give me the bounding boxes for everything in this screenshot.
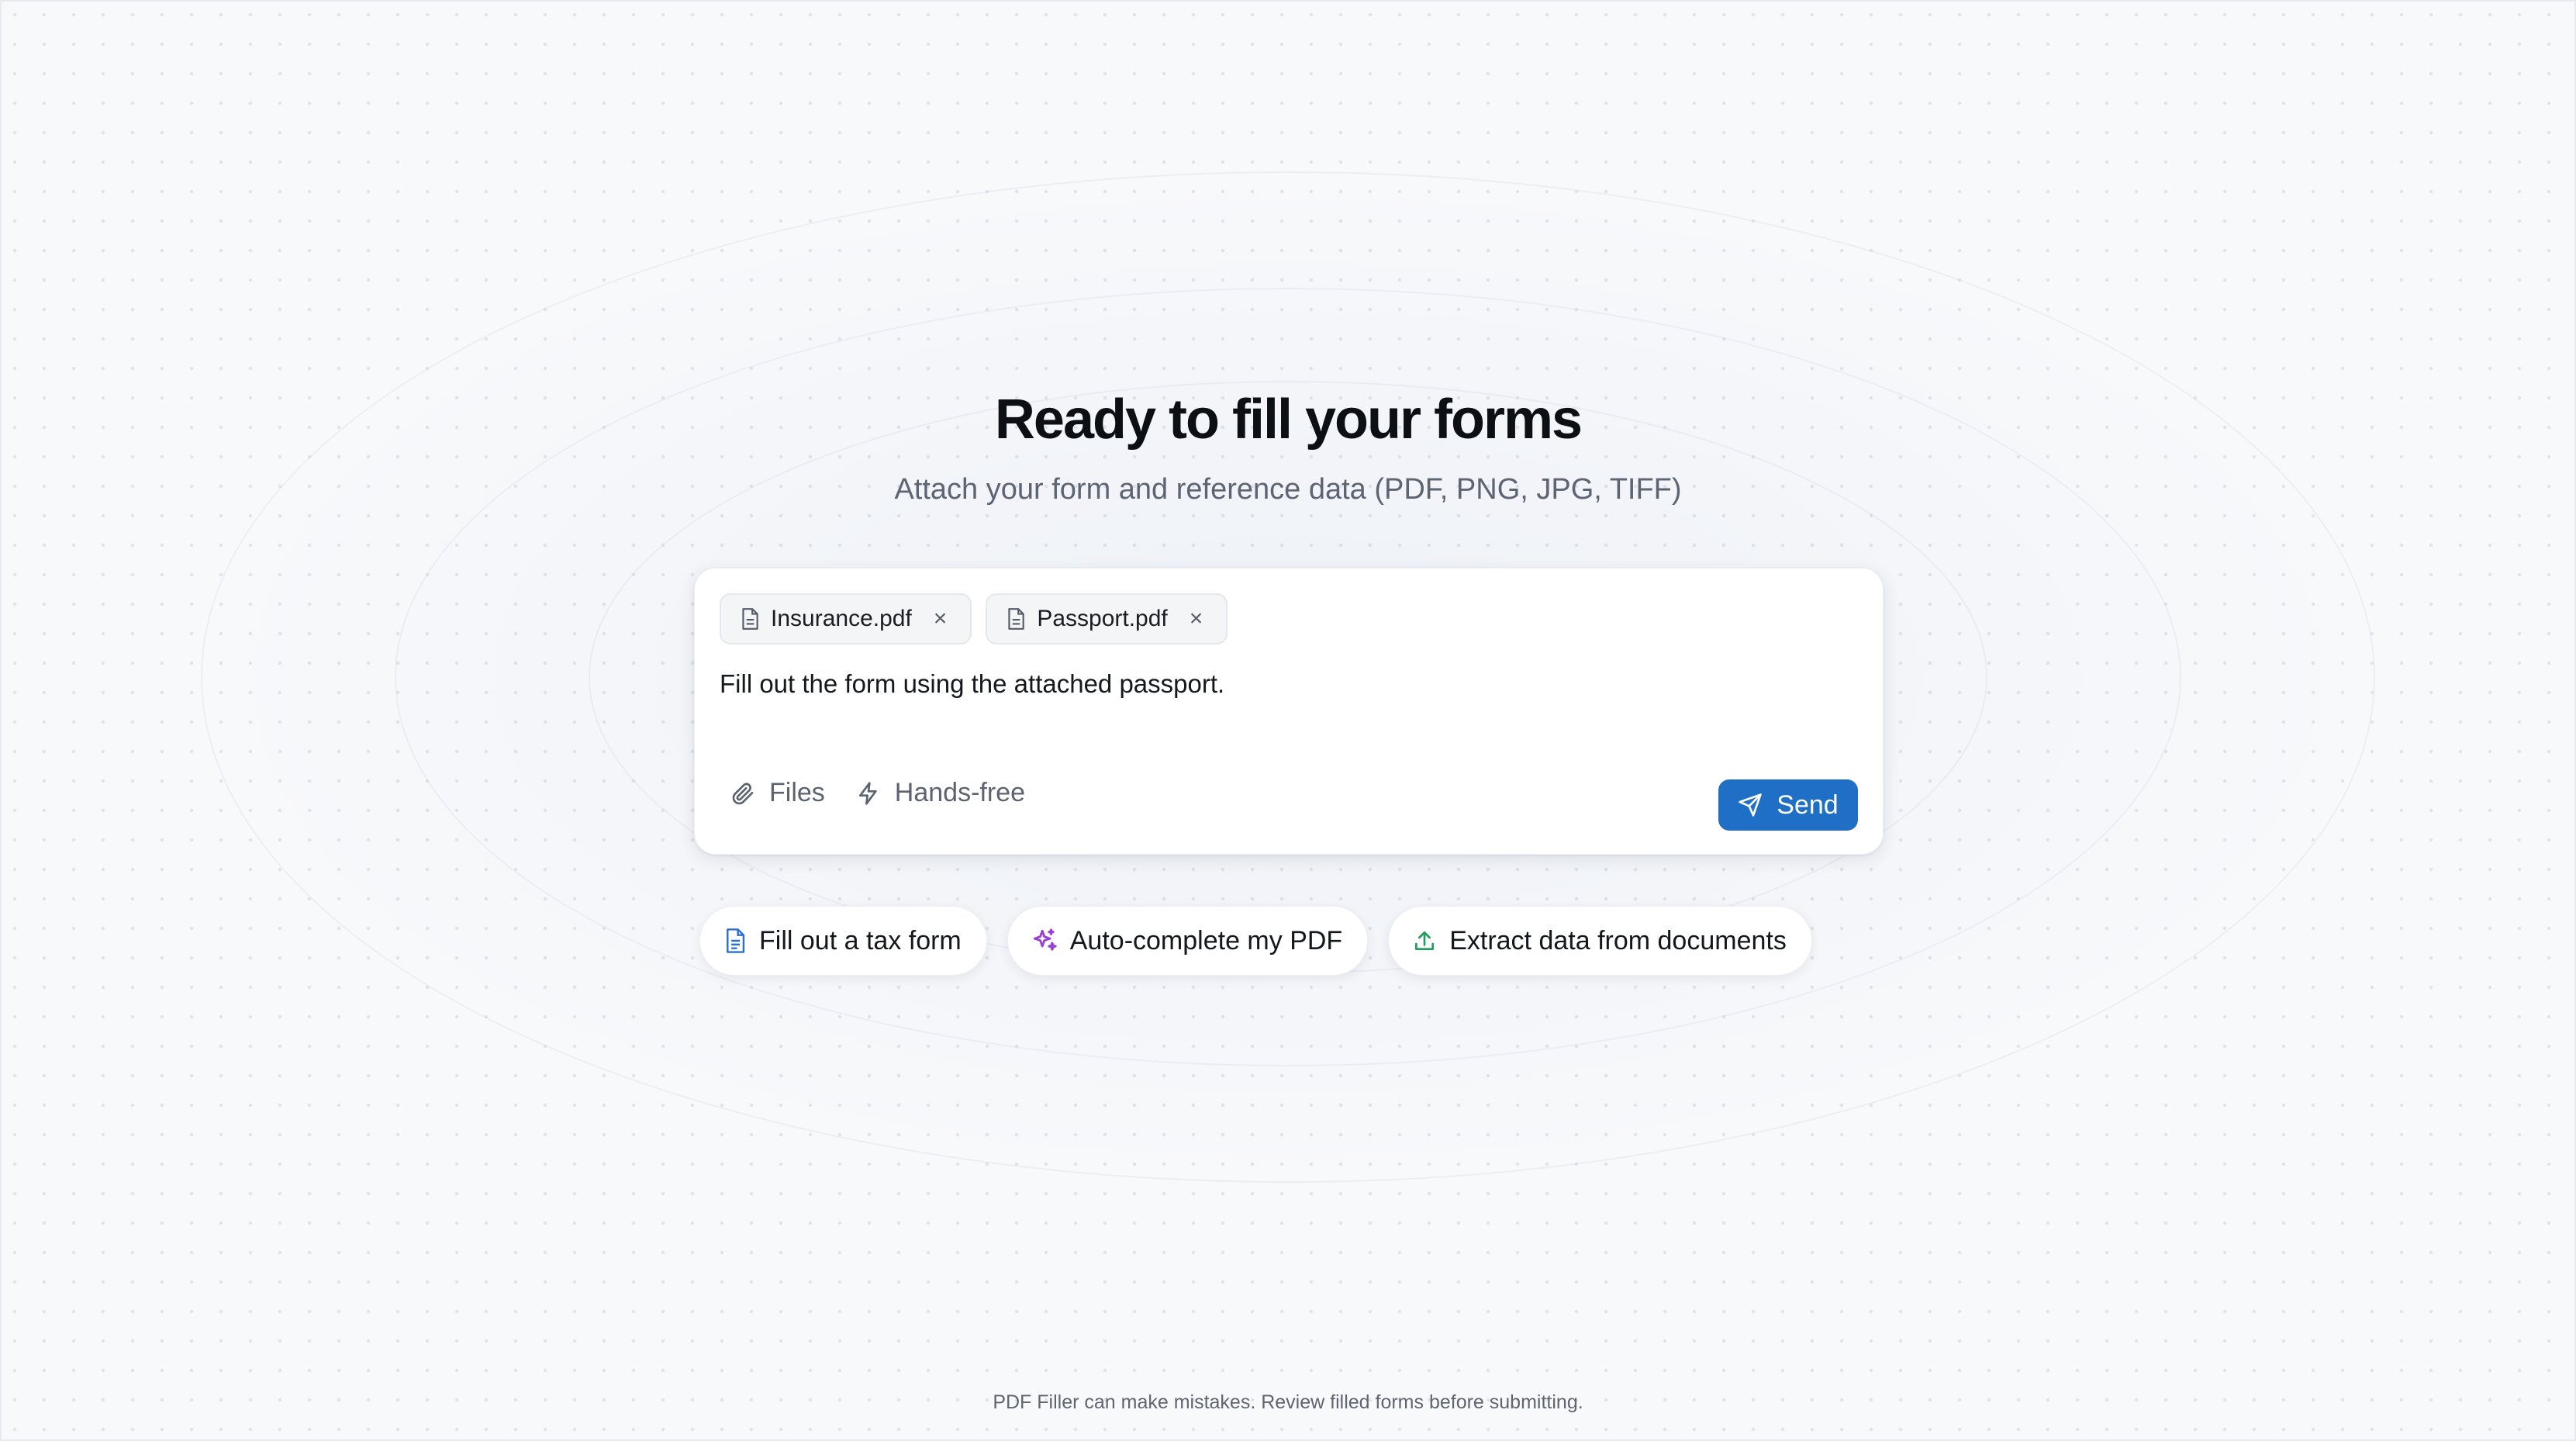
composer-toolbar: Files Hands-free: [730, 778, 1025, 808]
files-button[interactable]: Files: [730, 778, 825, 808]
suggestion-label: Fill out a tax form: [759, 925, 962, 955]
file-icon: [740, 607, 760, 631]
prompt-input[interactable]: Fill out the form using the attached pas…: [720, 669, 1224, 699]
paperclip-icon: [730, 780, 755, 807]
page-subtitle: Attach your form and reference data (PDF…: [894, 473, 1682, 506]
disclaimer-text: PDF Filler can make mistakes. Review fil…: [993, 1391, 1583, 1413]
remove-attachment-button[interactable]: ×: [1190, 606, 1203, 632]
suggestion-label: Auto-complete my PDF: [1069, 925, 1343, 955]
suggestion-auto-complete[interactable]: Auto-complete my PDF: [1007, 906, 1369, 976]
attachment-name: Passport.pdf: [1037, 606, 1168, 631]
send-label: Send: [1777, 790, 1839, 820]
hands-free-label: Hands-free: [894, 778, 1025, 807]
upload-icon: [1412, 928, 1437, 953]
prompt-composer: Insurance.pdf × Passport.pdf × Fill out …: [694, 568, 1884, 855]
sparkles-icon: [1031, 928, 1058, 954]
attachment-chip[interactable]: Passport.pdf ×: [986, 593, 1228, 644]
suggestion-list: Fill out a tax form Auto-complete my PDF…: [699, 906, 1812, 976]
send-button[interactable]: Send: [1718, 779, 1858, 831]
document-icon: [723, 928, 747, 954]
page-title: Ready to fill your forms: [994, 389, 1583, 451]
suggestion-label: Extract data from documents: [1449, 925, 1787, 955]
hands-free-button[interactable]: Hands-free: [856, 778, 1025, 808]
lightning-icon: [856, 780, 881, 807]
remove-attachment-button[interactable]: ×: [934, 606, 948, 632]
files-label: Files: [769, 778, 825, 807]
suggestion-tax-form[interactable]: Fill out a tax form: [699, 906, 987, 976]
attachment-list: Insurance.pdf × Passport.pdf ×: [720, 593, 1228, 644]
attachment-name: Insurance.pdf: [771, 606, 912, 631]
suggestion-extract-data[interactable]: Extract data from documents: [1388, 906, 1812, 976]
send-icon: [1738, 793, 1763, 817]
file-icon: [1006, 607, 1026, 631]
attachment-chip[interactable]: Insurance.pdf ×: [720, 593, 972, 644]
